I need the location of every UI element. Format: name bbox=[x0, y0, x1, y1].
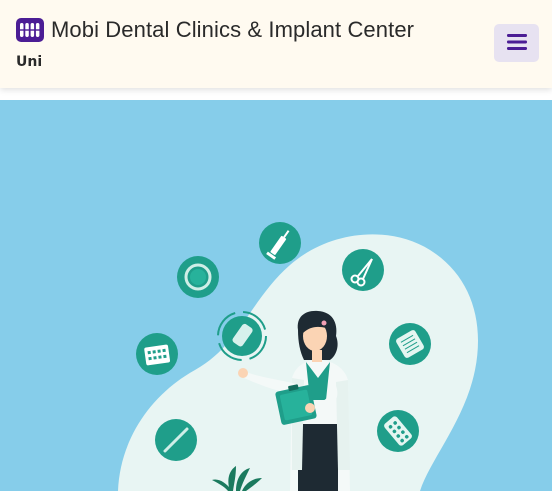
teeth-icon bbox=[16, 18, 44, 42]
hamburger-menu-icon bbox=[506, 33, 528, 54]
menu-toggle-button[interactable] bbox=[494, 24, 539, 62]
forceps-icon bbox=[342, 249, 384, 291]
scalpel-icon bbox=[155, 419, 197, 461]
calendar-icon bbox=[136, 333, 178, 375]
ring-icon bbox=[177, 256, 219, 298]
hero-banner bbox=[0, 100, 552, 491]
header-sub-label: Uni bbox=[16, 54, 43, 70]
site-title: Mobi Dental Clinics & Implant Center bbox=[51, 17, 415, 42]
blister-pack-icon bbox=[377, 410, 419, 452]
tooth-icon bbox=[217, 311, 267, 361]
syringe-icon bbox=[259, 222, 301, 264]
dentist-illustration bbox=[118, 222, 478, 491]
pill-pack-icon bbox=[389, 323, 431, 365]
site-header: Mobi Dental Clinics & Implant Center Uni bbox=[0, 0, 552, 88]
brand-link[interactable]: Mobi Dental Clinics & Implant Center bbox=[16, 17, 414, 43]
